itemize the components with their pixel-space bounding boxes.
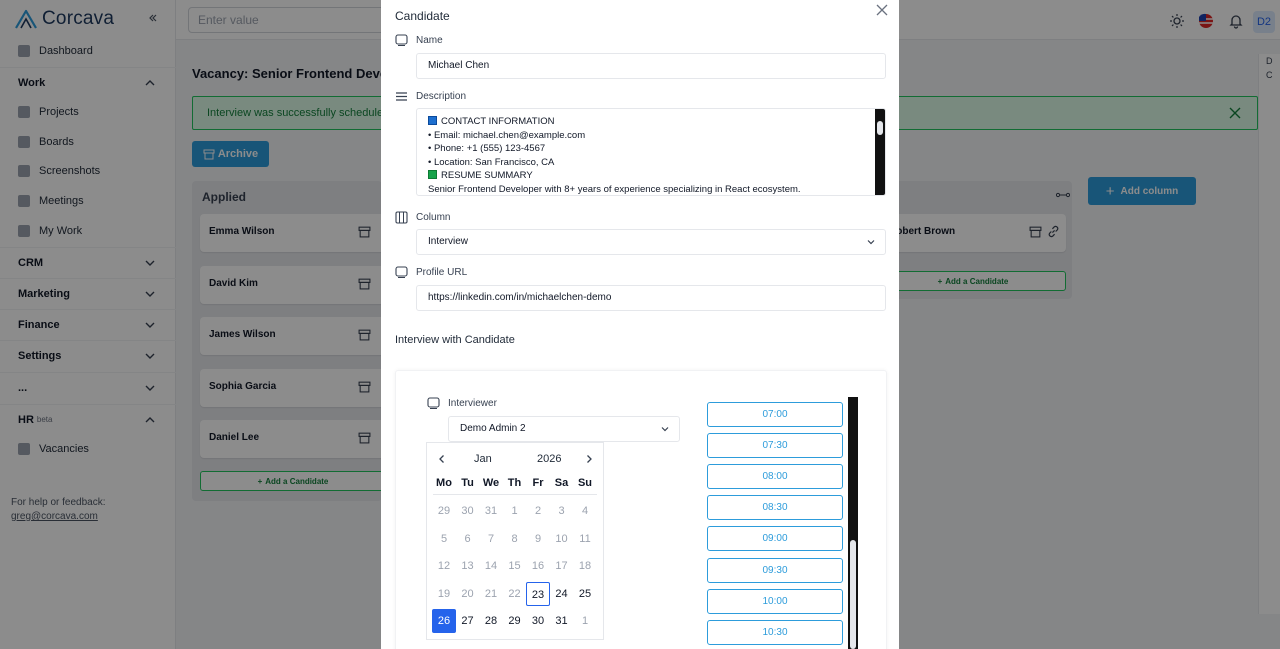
calendar-day: 2 bbox=[534, 505, 542, 517]
column-select[interactable]: Interview bbox=[416, 229, 886, 255]
calendar-day: 1 bbox=[511, 505, 518, 517]
time-slot-button[interactable]: 08:00 bbox=[707, 464, 843, 490]
calendar-day-selected[interactable]: 26 bbox=[432, 609, 456, 634]
label-text: Name bbox=[416, 35, 443, 46]
label-text: Description bbox=[416, 91, 467, 102]
calendar-day[interactable]: 30 bbox=[526, 609, 550, 633]
calendar-day: 31 bbox=[484, 505, 498, 517]
time-slot-button[interactable]: 08:30 bbox=[707, 495, 843, 521]
modal-title: Candidate bbox=[395, 9, 450, 23]
calendar-day: 10 bbox=[555, 532, 568, 545]
description-line: CONTACT INFORMATION bbox=[428, 115, 885, 129]
calendar-divider bbox=[433, 494, 597, 495]
description-line: • Phone: +1 (555) 123-4567 bbox=[428, 143, 546, 155]
column-label: Column bbox=[395, 211, 450, 224]
description-line: • Email: michael.chen@example.com bbox=[428, 129, 586, 141]
description-textarea[interactable]: CONTACT INFORMATION • Email: michael.che… bbox=[416, 108, 886, 196]
weekday-header: Sa bbox=[554, 477, 569, 489]
description-text: RESUME SUMMARY bbox=[441, 170, 533, 182]
description-line: RESUME SUMMARY bbox=[428, 169, 885, 183]
description-label: Description bbox=[395, 90, 466, 103]
calendar-day: 22 bbox=[508, 587, 521, 600]
chevron-down-icon bbox=[867, 240, 875, 245]
calendar-day: 21 bbox=[484, 587, 498, 600]
calendar-day: 20 bbox=[461, 587, 474, 600]
calendar-day: 17 bbox=[555, 560, 568, 573]
calendar-year[interactable]: 2026 bbox=[537, 453, 561, 465]
weekday-header: Tu bbox=[461, 477, 474, 489]
calendar-day: 14 bbox=[484, 560, 498, 573]
description-line: Senior Frontend Developer with 8+ years … bbox=[428, 183, 801, 195]
select-value: Interview bbox=[428, 236, 469, 247]
text-lines-icon bbox=[396, 92, 407, 101]
calendar-day: 6 bbox=[464, 532, 471, 545]
profile-url-field[interactable]: https://linkedin.com/in/michaelchen-demo bbox=[416, 285, 886, 311]
calendar-day: 16 bbox=[531, 560, 545, 573]
weekday-header: Fr bbox=[532, 477, 544, 489]
time-slot-button[interactable]: 07:00 bbox=[707, 402, 843, 427]
date-picker: Jan 2026 Mo Tu We Th Fr Sa Su 29 30 31 1 2 3 4 5 6 7 8 9 1… bbox=[426, 442, 604, 640]
profile-url-label: Profile URL bbox=[395, 266, 467, 279]
time-slot-button[interactable]: 09:00 bbox=[707, 526, 843, 552]
description-text: CONTACT INFORMATION bbox=[441, 116, 555, 127]
calendar-day: 12 bbox=[437, 560, 451, 573]
calendar-day: 9 bbox=[534, 532, 542, 545]
calendar-day: 15 bbox=[508, 560, 521, 573]
chevron-left-icon[interactable] bbox=[437, 454, 447, 464]
calendar-day: 3 bbox=[558, 505, 565, 517]
weekday-header: Th bbox=[507, 477, 522, 489]
calendar-day: 1 bbox=[581, 615, 589, 628]
text-field-icon bbox=[395, 266, 408, 278]
name-label: Name bbox=[395, 34, 443, 47]
label-text: Interviewer bbox=[448, 398, 497, 409]
weekday-header: Su bbox=[577, 477, 593, 489]
chevron-right-icon[interactable] bbox=[584, 454, 594, 464]
calendar-day: 8 bbox=[511, 532, 518, 545]
calendar-day-today[interactable]: 23 bbox=[526, 581, 550, 606]
calendar-day: 4 bbox=[581, 505, 589, 517]
scrollbar-thumb[interactable] bbox=[850, 540, 856, 649]
time-slot-button[interactable]: 10:30 bbox=[707, 619, 843, 645]
time-slot-button[interactable]: 09:30 bbox=[707, 557, 843, 583]
calendar-day[interactable]: 24 bbox=[550, 582, 574, 606]
calendar-day[interactable]: 31 bbox=[550, 609, 574, 633]
calendar-day: 13 bbox=[461, 560, 474, 573]
time-slot-button[interactable]: 10:00 bbox=[707, 588, 843, 614]
blue-square-icon bbox=[428, 116, 437, 125]
weekday-header: We bbox=[482, 477, 500, 489]
name-field[interactable]: Michael Chen bbox=[416, 53, 886, 79]
columns-icon bbox=[395, 211, 408, 224]
time-slots-scrollbar[interactable] bbox=[848, 397, 858, 649]
calendar-day[interactable]: 28 bbox=[479, 609, 503, 633]
text-field-icon bbox=[395, 34, 408, 46]
time-slot-button[interactable]: 07:30 bbox=[707, 433, 843, 459]
interviewer-select[interactable]: Demo Admin 2 bbox=[448, 416, 680, 442]
description-scrollbar[interactable] bbox=[875, 109, 885, 195]
description-line: • Location: San Francisco, CA bbox=[428, 156, 555, 168]
calendar-day[interactable]: 25 bbox=[573, 582, 597, 606]
calendar-day: 29 bbox=[437, 505, 451, 517]
candidate-modal: Candidate Name Michael Chen Description … bbox=[381, 0, 899, 649]
calendar-day[interactable]: 27 bbox=[456, 609, 480, 633]
chevron-down-icon bbox=[661, 427, 669, 432]
weekday-header: Mo bbox=[436, 477, 452, 489]
scrollbar-thumb[interactable] bbox=[877, 121, 883, 135]
text-field-icon bbox=[427, 397, 440, 409]
calendar-day: 19 bbox=[437, 587, 451, 600]
label-text: Column bbox=[416, 212, 451, 223]
green-square-icon bbox=[428, 170, 437, 180]
label-text: Profile URL bbox=[416, 267, 468, 278]
select-value: Demo Admin 2 bbox=[460, 423, 526, 434]
calendar-day: 30 bbox=[461, 505, 474, 517]
close-icon[interactable] bbox=[875, 3, 889, 17]
calendar-day: 11 bbox=[579, 532, 591, 545]
calendar-day: 18 bbox=[578, 560, 592, 573]
interview-section-title: Interview with Candidate bbox=[395, 334, 515, 346]
calendar-day[interactable]: 29 bbox=[503, 609, 527, 633]
calendar-day: 7 bbox=[487, 532, 495, 545]
calendar-day: 5 bbox=[440, 532, 448, 545]
interviewer-label: Interviewer bbox=[427, 397, 497, 410]
calendar-month[interactable]: Jan bbox=[474, 453, 492, 465]
